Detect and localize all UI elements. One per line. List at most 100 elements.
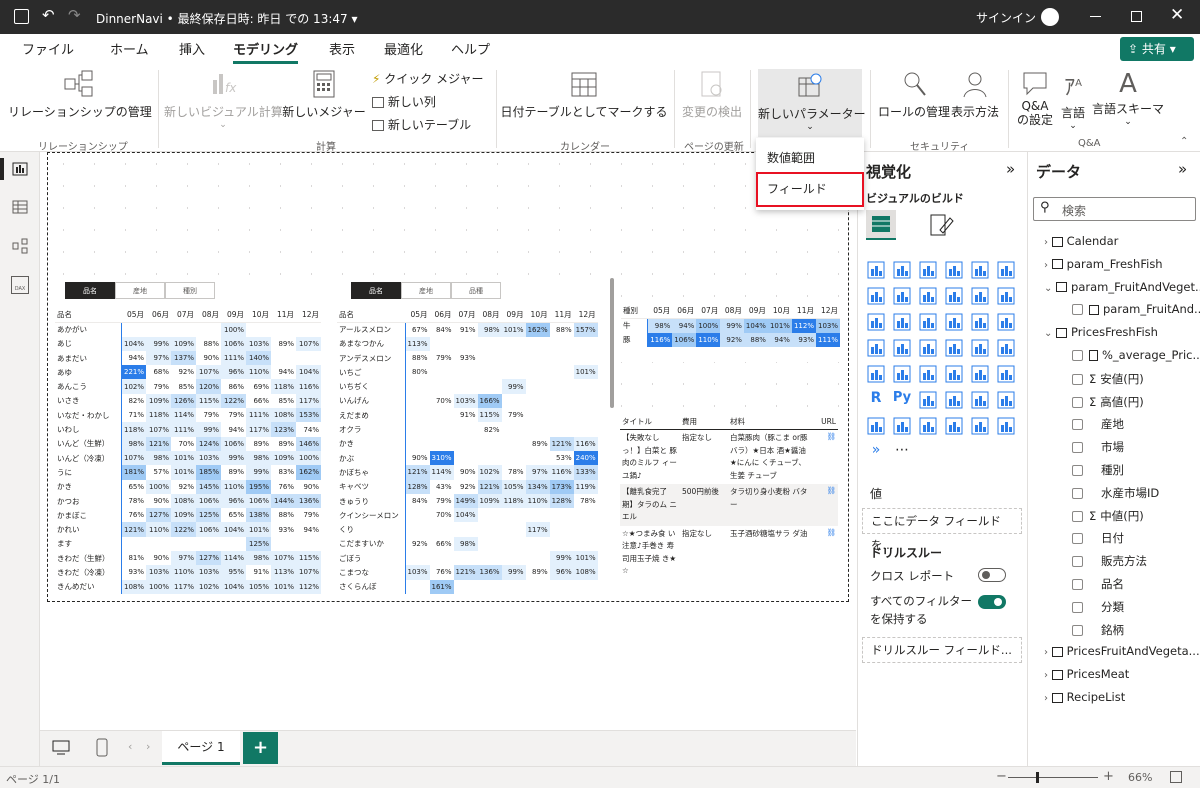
data-search-box[interactable]: ⚲ 検索 [1033,197,1196,221]
matrix-visual-meat[interactable]: 種別 05月 06月 07月 08月 09月 10月 11月 12月牛 98% 94% 100% 99%… [618,302,840,362]
data-field-item[interactable]: 販売方法 [1072,553,1147,569]
data-table-item[interactable]: › PricesMeat [1044,667,1129,681]
data-field-item[interactable]: Σ 中値(円) [1072,508,1144,524]
more-options-icon[interactable]: ⋯ [892,442,912,462]
data-field-item[interactable]: 日付 [1072,530,1124,546]
minimize-icon[interactable] [1090,16,1101,17]
new-visual-calc-button[interactable]: fx 新しいビジュアル計算 ⌄ [164,70,283,132]
zoom-slider-thumb[interactable] [1036,772,1039,783]
dax-query-view-button[interactable]: DAX [11,276,29,294]
mark-date-table-button[interactable]: 日付テーブルとしてマークする [500,70,668,126]
data-table-item[interactable]: ⌄ param_FruitAndVeget... [1044,280,1200,294]
fit-page-icon[interactable] [1170,771,1182,783]
zoom-slider[interactable] [1008,777,1098,778]
data-table-item[interactable]: ⌄ PricesFreshFish [1044,325,1158,339]
language-schema-button[interactable]: A 言語スキーマ ⌄ [1092,70,1164,136]
build-visual-tab[interactable] [866,210,896,240]
clustered-bar-chart-icon[interactable] [918,260,938,280]
decomposition-tree-icon[interactable] [944,390,964,410]
line-column-chart-icon[interactable] [970,286,990,306]
diamond-visual-icon[interactable] [996,416,1016,436]
field-checkbox[interactable] [1072,487,1083,499]
field-checkbox[interactable] [1072,419,1083,431]
chevron-right-icon[interactable]: › [1044,693,1048,704]
funnel-chart-icon[interactable] [918,312,938,332]
recipe-url-cell[interactable]: ⛓ [810,484,838,526]
shape-map-icon[interactable] [944,338,964,358]
chevron-down-icon[interactable]: ⌄ [1044,283,1052,294]
new-measure-button[interactable]: 新しいメジャー [282,70,366,126]
data-table-item[interactable]: › param_FreshFish [1044,257,1163,271]
cross-report-toggle[interactable] [978,568,1006,582]
stacked-area-chart-icon[interactable] [918,286,938,306]
ribbon-chart-icon[interactable] [866,312,886,332]
tab-insert[interactable]: 挿入 [179,39,205,58]
recipe-table-visual[interactable]: タイトル 費用 材料 URL 【失敗なし っ！】白菜と 豚肉のミルフ ィーユ鍋♪ 指定なし… [620,414,842,600]
menu-item-numeric-range[interactable]: 数値範囲 [767,149,815,166]
page-tab-1[interactable]: ページ 1 [162,731,240,765]
maximize-icon[interactable] [1131,11,1142,22]
data-field-item[interactable]: 銘柄 [1072,622,1124,638]
multi-row-card-icon[interactable] [892,364,912,384]
tab-modeling[interactable]: モデリング [233,39,299,64]
view-as-button[interactable]: 表示方法 [950,70,1000,126]
map-icon[interactable] [892,338,912,358]
data-field-item[interactable]: Σ 高値(円) [1072,394,1144,410]
tab-file[interactable]: ファイル [22,39,74,58]
link-icon[interactable]: ⛓ [826,486,836,495]
link-icon[interactable]: ⛓ [826,528,836,537]
signin-link[interactable]: サインイン [976,9,1036,26]
line-clustered-column-icon[interactable] [996,286,1016,306]
more-visuals-icon[interactable]: » [866,442,886,462]
avatar[interactable] [1041,8,1059,26]
menu-item-fields[interactable]: フィールド [756,172,864,207]
recipe-url-cell[interactable]: ⛓ [810,430,838,485]
report-view-icon[interactable] [0,158,4,180]
field-checkbox[interactable] [1072,442,1083,454]
chevron-down-icon[interactable]: ⌄ [1044,328,1052,339]
format-visual-icon[interactable] [928,212,954,238]
undo-icon[interactable]: ↶ [42,6,55,24]
field-checkbox[interactable] [1072,396,1083,408]
next-page-icon[interactable]: › [146,740,150,753]
treemap-icon[interactable] [866,338,886,358]
filled-map-icon[interactable] [918,338,938,358]
data-field-item[interactable]: 水産市場ID [1072,485,1159,501]
data-field-item[interactable]: param_FruitAnd... [1072,302,1200,316]
keep-filters-toggle[interactable] [978,595,1006,609]
drillthrough-field-drop[interactable]: ドリルスルー フィールド... [862,637,1022,663]
power-automate-icon[interactable] [944,416,964,436]
data-table-item[interactable]: › PricesFruitAndVegeta... [1044,644,1200,658]
data-field-item[interactable]: 市場 [1072,439,1124,455]
100-area-chart-icon[interactable] [944,286,964,306]
data-field-item[interactable]: Σ 安値(円) [1072,371,1144,387]
azure-ml-icon[interactable] [970,416,990,436]
100-column-chart-icon[interactable] [996,260,1016,280]
link-icon[interactable]: ⛓ [826,432,836,441]
new-parameter-button[interactable]: 新しいパラメーター ⌄ [758,69,866,137]
clustered-column-chart-icon[interactable] [944,260,964,280]
card-icon[interactable] [866,364,886,384]
donut-chart-icon[interactable] [996,312,1016,332]
close-icon[interactable]: ✕ [1170,5,1184,25]
kpi-icon[interactable] [918,364,938,384]
quick-measure-button[interactable]: ⚡ クイック メジャー [372,70,483,87]
stacked-bar-chart-icon[interactable] [866,260,886,280]
100-bar-chart-icon[interactable] [970,260,990,280]
zoom-out-button[interactable]: − [996,769,1007,784]
data-field-item[interactable]: 種別 [1072,462,1124,478]
field-checkbox[interactable] [1072,579,1083,590]
qa-settings-button[interactable]: Q&A の設定 [1012,70,1058,136]
zoom-in-button[interactable]: + [1103,769,1114,784]
matrix-visual-icon[interactable] [996,364,1016,384]
key-influencers-icon[interactable] [918,390,938,410]
data-field-item[interactable]: 分類 [1072,599,1124,615]
metrics-icon[interactable] [866,416,886,436]
field-checkbox[interactable] [1072,601,1083,613]
change-detection-button[interactable]: 変更の検出 [680,70,744,126]
manage-roles-button[interactable]: ロールの管理 [878,70,950,126]
tab-home[interactable]: ホーム [110,39,149,58]
tab-view[interactable]: 表示 [329,39,355,58]
field-checkbox[interactable] [1072,533,1083,545]
field-checkbox[interactable] [1072,510,1083,522]
